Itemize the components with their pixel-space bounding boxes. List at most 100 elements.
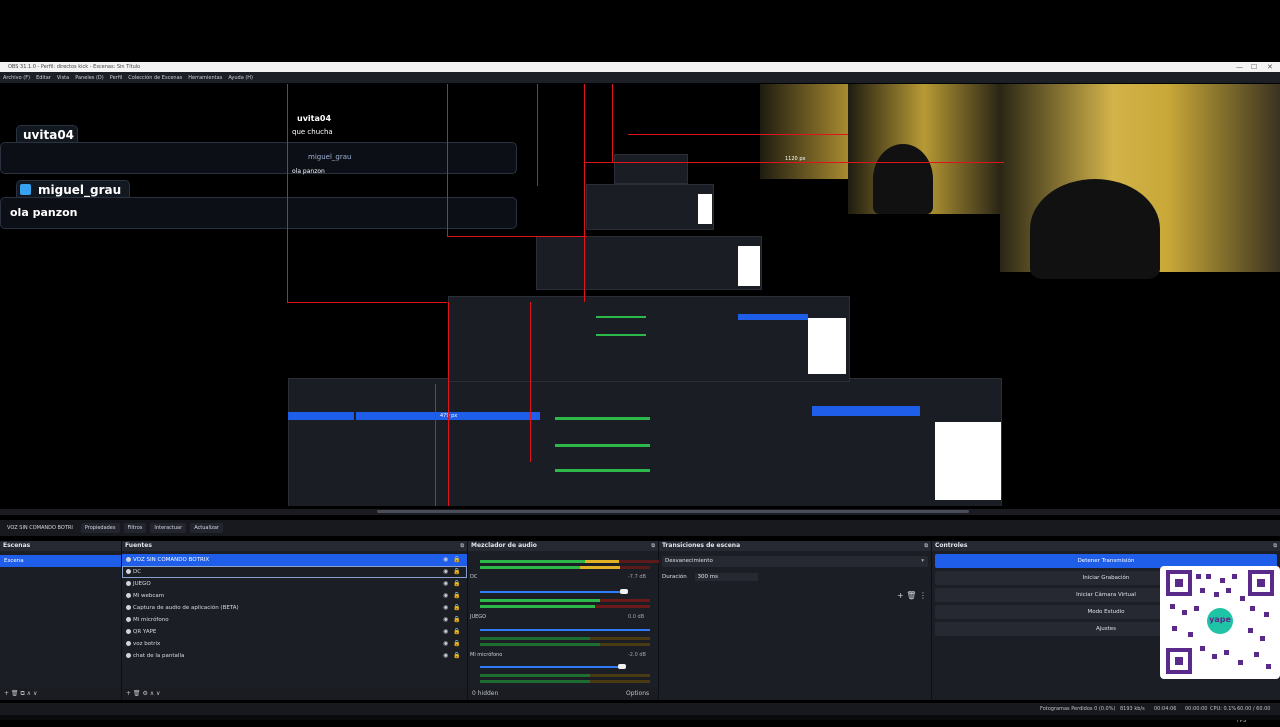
menu-coleccion-escenas[interactable]: Colección de Escenas	[128, 75, 182, 81]
properties-button[interactable]: Propiedades	[80, 523, 120, 533]
visibility-icon[interactable]: ◉	[443, 602, 448, 614]
nested-qr	[698, 194, 712, 224]
volume-slider[interactable]	[480, 591, 625, 593]
selection-line	[447, 84, 448, 236]
sources-dock: Fuentes ⧉ VOZ SIN COMANDO BOTRIX ◉ 🔒 DC ◉ 🔒 J…	[122, 541, 468, 700]
scene-item[interactable]: Escena	[0, 555, 121, 567]
chat-username: uvita04	[23, 128, 75, 142]
interact-button[interactable]: Interactuar	[150, 523, 187, 533]
selection-line	[287, 84, 288, 302]
chat-message-box	[0, 197, 517, 229]
source-label: chat de la pantalla	[133, 653, 185, 659]
volume-slider[interactable]	[480, 629, 650, 631]
mixer-title: Mezclador de audio ⧉	[468, 541, 658, 551]
transition-type: Desvanecimiento	[665, 558, 713, 564]
mixer-hidden-count: 0 hidden	[472, 690, 499, 697]
menu-bar: Archivo (F) Editar Vista Paneles (D) Per…	[0, 72, 1280, 83]
audio-icon	[126, 557, 131, 562]
visibility-icon[interactable]: ◉	[443, 626, 448, 638]
selection-line	[584, 84, 585, 302]
status-bar: Fotogramas Perdidos 0 (0.0%) 8193 kb/s 0…	[0, 703, 1280, 724]
transition-select[interactable]: Desvanecimiento ▾	[662, 556, 928, 567]
source-item[interactable]: Mi webcam ◉ 🔒	[122, 590, 467, 602]
duration-input[interactable]: 300 ms	[694, 573, 758, 581]
chat-username: miguel_grau	[38, 183, 122, 197]
menu-herramientas[interactable]: Herramientas	[188, 75, 222, 81]
volume-knob[interactable]	[618, 664, 626, 669]
undock-icon[interactable]: ⧉	[460, 541, 464, 551]
visibility-icon[interactable]: ◉	[443, 638, 448, 650]
nested-qr	[935, 422, 1001, 500]
taskbar-edge	[0, 715, 1280, 720]
duration-row: Duración 300 ms	[662, 572, 928, 583]
undock-icon[interactable]: ⧉	[924, 541, 928, 551]
nested-meter	[596, 316, 646, 318]
visibility-icon[interactable]: ◉	[443, 578, 448, 590]
audio-meter	[480, 643, 650, 647]
undock-icon[interactable]: ⧉	[1273, 541, 1277, 551]
lock-icon[interactable]: 🔒	[453, 590, 460, 602]
controls-title-text: Controles	[935, 542, 968, 549]
lock-icon[interactable]: 🔒	[453, 554, 460, 566]
visibility-icon[interactable]: ◉	[443, 554, 448, 566]
preview-scrollbar[interactable]	[0, 509, 1280, 515]
lock-icon[interactable]: 🔒	[453, 602, 460, 614]
lock-icon[interactable]: 🔒	[453, 650, 460, 662]
display-icon	[126, 569, 131, 574]
image-icon	[126, 629, 131, 634]
selection-line	[287, 302, 447, 303]
lock-icon[interactable]: 🔒	[453, 614, 460, 626]
source-item[interactable]: DC ◉ 🔒	[122, 566, 467, 578]
add-transition-icon[interactable]: + 🗑 ⋮	[897, 591, 927, 600]
source-item[interactable]: VOZ SIN COMANDO BOTRIX ◉ 🔒	[122, 554, 467, 566]
minimize-button[interactable]: —	[1236, 62, 1243, 72]
undock-icon[interactable]: ⧉	[651, 541, 655, 551]
source-item[interactable]: JUEGO ◉ 🔒	[122, 578, 467, 590]
visibility-icon[interactable]: ◉	[443, 650, 448, 662]
visibility-icon[interactable]: ◉	[443, 614, 448, 626]
scrollbar-thumb[interactable]	[377, 510, 969, 513]
stream-time: 00:04:06	[1154, 706, 1177, 712]
source-label: QR YAPE	[133, 629, 157, 635]
chat-message-box	[0, 142, 517, 174]
menu-paneles[interactable]: Paneles (D)	[75, 75, 104, 81]
volume-knob[interactable]	[620, 589, 628, 594]
nested-qr	[808, 318, 846, 374]
volume-slider[interactable]	[480, 666, 620, 668]
mixer-options-button[interactable]: Options	[626, 688, 649, 700]
nested-meter	[596, 334, 646, 336]
menu-ayuda[interactable]: Ayuda (H)	[228, 75, 253, 81]
nested-person	[873, 144, 933, 214]
lock-icon[interactable]: 🔒	[453, 638, 460, 650]
source-label: Captura de audio de aplicación (BETA)	[133, 605, 239, 611]
yape-qr-code: yape	[1160, 566, 1280, 679]
lock-icon[interactable]: 🔒	[453, 626, 460, 638]
close-button[interactable]: ✕	[1267, 62, 1273, 72]
source-item[interactable]: Captura de audio de aplicación (BETA) ◉ 🔒	[122, 602, 467, 614]
source-item[interactable]: QR YAPE ◉ 🔒	[122, 626, 467, 638]
maximize-button[interactable]: ☐	[1251, 62, 1257, 72]
source-item[interactable]: voz botrix ◉ 🔒	[122, 638, 467, 650]
lock-icon[interactable]: 🔒	[453, 566, 460, 578]
nested-meter	[555, 444, 650, 447]
menu-perfil[interactable]: Perfil	[110, 75, 123, 81]
source-item[interactable]: chat de la pantalla ◉ 🔒	[122, 650, 467, 662]
refresh-button[interactable]: Actualizar	[190, 523, 223, 533]
filters-button[interactable]: Filtros	[123, 523, 147, 533]
nested-scene-selected	[288, 412, 354, 420]
scenes-footer: + 🗑 ⧉ ∧ ∨	[0, 688, 121, 700]
chat-username: miguel_grau	[308, 153, 352, 161]
visibility-icon[interactable]: ◉	[443, 566, 448, 578]
visibility-icon[interactable]: ◉	[443, 590, 448, 602]
menu-archivo[interactable]: Archivo (F)	[3, 75, 30, 81]
selection-line	[612, 84, 613, 162]
menu-editar[interactable]: Editar	[36, 75, 51, 81]
menu-vista[interactable]: Vista	[57, 75, 69, 81]
dim-label: 1120 px	[785, 156, 806, 162]
lock-icon[interactable]: 🔒	[453, 578, 460, 590]
chevron-down-icon: ▾	[921, 558, 924, 564]
source-item[interactable]: Mi micrófono ◉ 🔒	[122, 614, 467, 626]
preview-canvas[interactable]: uvita04 que chucha miguel_grau ola panzo…	[0, 84, 1280, 506]
chat-message: ola panzon	[10, 206, 78, 219]
nested-meter	[555, 417, 650, 420]
